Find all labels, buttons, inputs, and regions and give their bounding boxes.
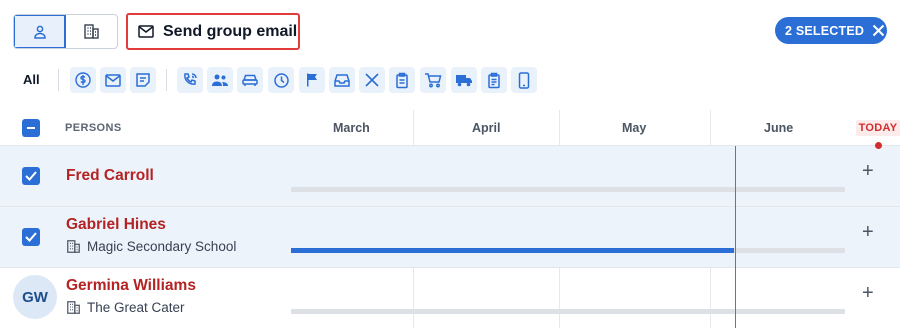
month-label: March <box>333 121 370 135</box>
phone-call-icon <box>184 73 197 85</box>
car-icon <box>242 74 258 86</box>
organizations-view-button[interactable] <box>66 15 117 48</box>
person-name[interactable]: Germina Williams <box>66 277 196 295</box>
checklist-icon <box>488 72 500 88</box>
select-all-checkbox[interactable] <box>22 119 40 137</box>
organization[interactable]: Magic Secondary School <box>66 239 236 254</box>
note-icon <box>136 73 150 87</box>
filter-dollar[interactable] <box>70 67 96 93</box>
filter-meal[interactable] <box>359 67 385 93</box>
clipboard-icon <box>396 72 408 88</box>
person-icon <box>33 25 46 39</box>
view-toggle <box>13 14 118 49</box>
avatar: GW <box>13 275 57 319</box>
add-activity-button[interactable]: + <box>862 160 874 183</box>
dollar-icon <box>75 72 91 88</box>
utensils-icon <box>365 73 379 87</box>
filter-email[interactable] <box>100 67 126 93</box>
organization[interactable]: The Great Cater <box>66 300 185 315</box>
mobile-icon <box>518 71 530 89</box>
filter-task[interactable] <box>389 67 415 93</box>
person-name[interactable]: Fred Carroll <box>66 167 154 185</box>
month-label: June <box>764 121 794 135</box>
activity-filter-bar: All <box>0 67 900 93</box>
organization-name: The Great Cater <box>87 300 185 315</box>
timeline-track <box>291 248 845 253</box>
selected-count-label: 2 SELECTED <box>785 23 865 38</box>
divider <box>166 69 167 91</box>
filter-inbox[interactable] <box>329 67 355 93</box>
minus-icon <box>27 127 35 129</box>
today-marker-dot <box>875 142 882 149</box>
selected-count-badge[interactable]: 2 SELECTED <box>775 17 887 44</box>
people-icon <box>212 74 228 86</box>
cart-icon <box>425 73 442 88</box>
mail-icon <box>105 73 121 87</box>
filter-note[interactable] <box>130 67 156 93</box>
building-icon <box>67 240 80 253</box>
persons-view-button[interactable] <box>14 15 66 48</box>
organization-name: Magic Secondary School <box>87 239 237 254</box>
filter-delivery[interactable] <box>451 67 477 93</box>
filter-purchase[interactable] <box>420 67 446 93</box>
check-icon <box>25 171 37 181</box>
filter-checklist[interactable] <box>481 67 507 93</box>
table-header: PERSONS March April May June TODAY <box>0 110 900 146</box>
filter-sms[interactable] <box>511 67 537 93</box>
filter-milestone[interactable] <box>299 67 325 93</box>
close-icon[interactable] <box>872 24 885 37</box>
filter-call[interactable] <box>177 67 203 93</box>
inbox-icon <box>334 74 350 87</box>
row-checkbox[interactable] <box>22 228 40 246</box>
mail-icon <box>138 25 154 38</box>
flag-icon <box>307 73 317 87</box>
table-row[interactable]: GW Germina Williams The Great Cater + <box>0 268 900 328</box>
row-checkbox[interactable] <box>22 167 40 185</box>
timeline-track <box>291 187 845 192</box>
send-group-email-label: Send group email <box>163 22 298 40</box>
month-label: April <box>472 121 501 135</box>
person-name[interactable]: Gabriel Hines <box>66 216 166 234</box>
today-label: TODAY <box>856 120 900 136</box>
add-activity-button[interactable]: + <box>862 221 874 244</box>
month-label: May <box>622 121 647 135</box>
divider <box>58 69 59 91</box>
filter-deadline[interactable] <box>268 67 294 93</box>
clock-icon <box>273 72 289 88</box>
building-icon <box>67 301 80 314</box>
filter-all[interactable]: All <box>23 72 40 87</box>
add-activity-button[interactable]: + <box>862 282 874 305</box>
filter-meeting[interactable] <box>207 67 233 93</box>
check-icon <box>25 232 37 242</box>
timeline-progress <box>291 248 735 253</box>
building-icon <box>84 24 99 39</box>
persons-column-header[interactable]: PERSONS <box>65 122 122 134</box>
timeline-track <box>291 309 845 314</box>
filter-travel[interactable] <box>237 67 263 93</box>
today-marker-line <box>735 146 736 328</box>
truck-icon <box>456 75 472 87</box>
table-row[interactable]: Fred Carroll + <box>0 146 900 207</box>
send-group-email-button[interactable]: Send group email <box>126 13 300 50</box>
table-row[interactable]: Gabriel Hines Magic Secondary School + <box>0 207 900 268</box>
